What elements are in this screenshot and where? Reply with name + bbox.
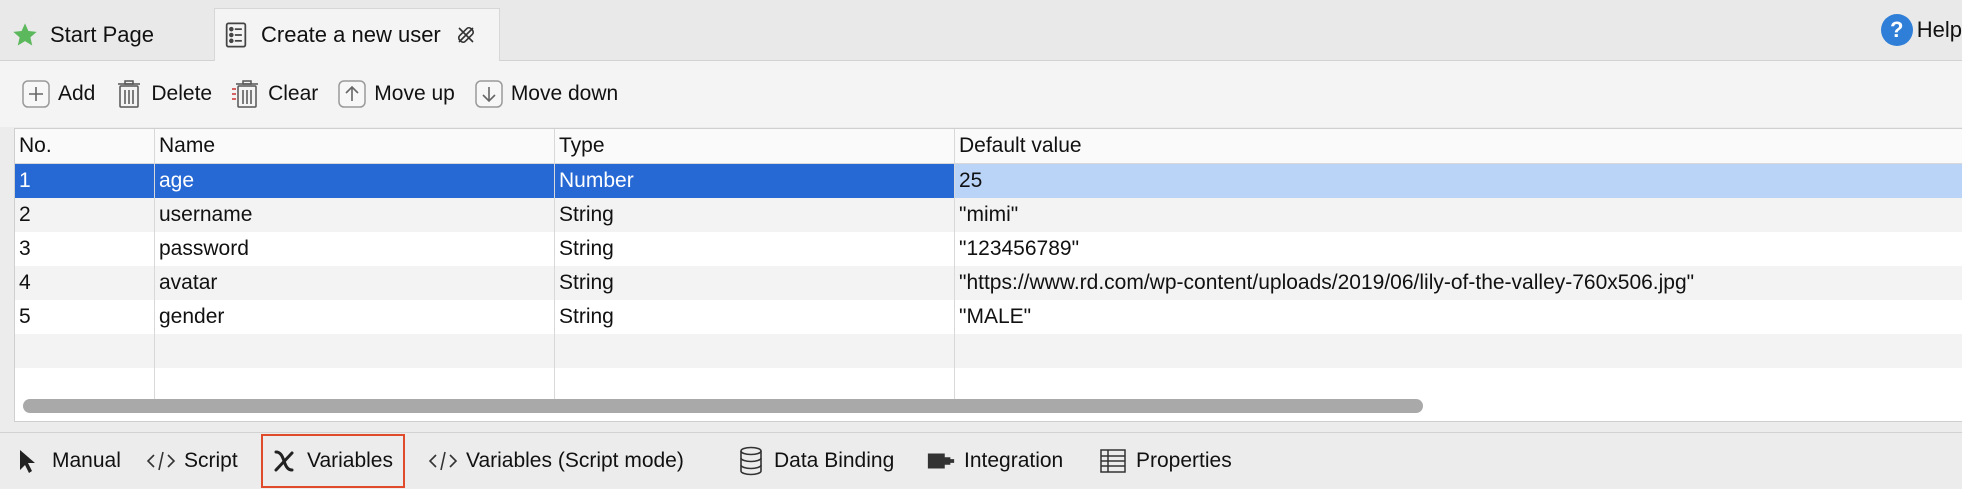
cell-no[interactable]: 4 (15, 266, 155, 300)
cell-default-value[interactable]: "mimi" (955, 198, 1962, 232)
star-icon (10, 20, 40, 50)
clear-trash-icon (230, 78, 262, 110)
arrow-down-icon (473, 78, 505, 110)
bottom-tab-bar: Manual Script Variables Variables (Scrip… (0, 432, 1962, 489)
move-up-label: Move up (374, 82, 455, 105)
tab-variables-label: Variables (307, 449, 393, 472)
help-icon: ? (1880, 14, 1913, 46)
code-icon (146, 446, 176, 476)
variables-toolbar: Add Delete Clear Move up Move down (0, 61, 1962, 127)
table-row[interactable]: 3 password String "123456789" (15, 232, 1962, 266)
column-header-default-value[interactable]: Default value (955, 129, 1962, 163)
tab-script-label: Script (184, 449, 238, 472)
plus-icon (20, 78, 52, 110)
delete-label: Delete (151, 82, 213, 105)
empty-table-row (15, 368, 1962, 402)
cell-default-value[interactable]: "123456789" (955, 232, 1962, 266)
tab-create-new-user[interactable]: Create a new user (214, 8, 500, 61)
table-header: No. Name Type Default value (15, 129, 1962, 164)
cell-type[interactable]: String (555, 266, 955, 300)
empty-table-row (15, 334, 1962, 368)
tab-manual[interactable]: Manual (14, 433, 121, 489)
close-icon[interactable] (455, 24, 477, 46)
cell-name[interactable]: password (155, 232, 555, 266)
help-button[interactable]: ? Help (1880, 14, 1962, 46)
tab-manual-label: Manual (52, 449, 121, 472)
variables-table: No. Name Type Default value 1 age Number… (14, 128, 1962, 422)
tab-variables[interactable]: Variables (261, 434, 405, 488)
clear-button[interactable]: Clear (230, 74, 318, 114)
cell-type[interactable]: String (555, 300, 955, 334)
column-header-name[interactable]: Name (155, 129, 555, 163)
table-row[interactable]: 2 username String "mimi" (15, 198, 1962, 232)
delete-button[interactable]: Delete (113, 74, 212, 114)
horizontal-scrollbar[interactable] (23, 399, 1423, 413)
tab-variables-script-mode[interactable]: Variables (Script mode) (428, 433, 684, 489)
variable-x-icon (269, 446, 299, 476)
column-header-type[interactable]: Type (555, 129, 955, 163)
tab-start-page[interactable]: Start Page (10, 10, 154, 60)
code-icon (428, 446, 458, 476)
cell-default-value[interactable]: "MALE" (955, 300, 1962, 334)
tab-data-binding[interactable]: Data Binding (736, 433, 894, 489)
help-label: Help (1916, 17, 1962, 42)
cell-type[interactable]: String (555, 232, 955, 266)
cell-no[interactable]: 2 (15, 198, 155, 232)
column-header-no[interactable]: No. (15, 129, 155, 163)
editor-tab-bar: Start Page Create a new user ? Help (0, 0, 1962, 61)
trash-icon (113, 78, 145, 110)
clear-label: Clear (268, 82, 319, 105)
cell-default-value[interactable]: 25 (955, 164, 1962, 198)
tab-properties-label: Properties (1136, 449, 1232, 472)
add-label: Add (58, 82, 96, 105)
add-button[interactable]: Add (20, 74, 95, 114)
tab-variables-script-mode-label: Variables (Script mode) (466, 449, 684, 472)
move-up-button[interactable]: Move up (336, 74, 455, 114)
cell-name[interactable]: username (155, 198, 555, 232)
table-row[interactable]: 4 avatar String "https://www.rd.com/wp-c… (15, 266, 1962, 300)
test-case-icon (221, 20, 251, 50)
tab-integration-label: Integration (964, 449, 1064, 472)
move-down-label: Move down (510, 82, 619, 105)
cell-type[interactable]: Number (555, 164, 955, 198)
table-icon (1098, 446, 1128, 476)
tab-script[interactable]: Script (146, 433, 238, 489)
cell-name[interactable]: age (155, 164, 555, 198)
cell-name[interactable]: avatar (155, 266, 555, 300)
tab-properties[interactable]: Properties (1098, 433, 1232, 489)
arrow-up-icon (336, 78, 368, 110)
cell-default-value[interactable]: "https://www.rd.com/wp-content/uploads/2… (955, 266, 1962, 300)
table-row[interactable]: 1 age Number 25 (15, 164, 1962, 198)
cell-name[interactable]: gender (155, 300, 555, 334)
cursor-icon (14, 446, 44, 476)
move-down-button[interactable]: Move down (473, 74, 618, 114)
tab-create-new-user-label: Create a new user (261, 22, 441, 47)
integration-icon (926, 446, 956, 476)
tab-data-binding-label: Data Binding (774, 449, 895, 472)
cell-no[interactable]: 3 (15, 232, 155, 266)
tab-start-page-label: Start Page (50, 22, 154, 47)
database-icon (736, 446, 766, 476)
cell-no[interactable]: 1 (15, 164, 155, 198)
table-row[interactable]: 5 gender String "MALE" (15, 300, 1962, 334)
cell-type[interactable]: String (555, 198, 955, 232)
tab-integration[interactable]: Integration (926, 433, 1063, 489)
cell-no[interactable]: 5 (15, 300, 155, 334)
